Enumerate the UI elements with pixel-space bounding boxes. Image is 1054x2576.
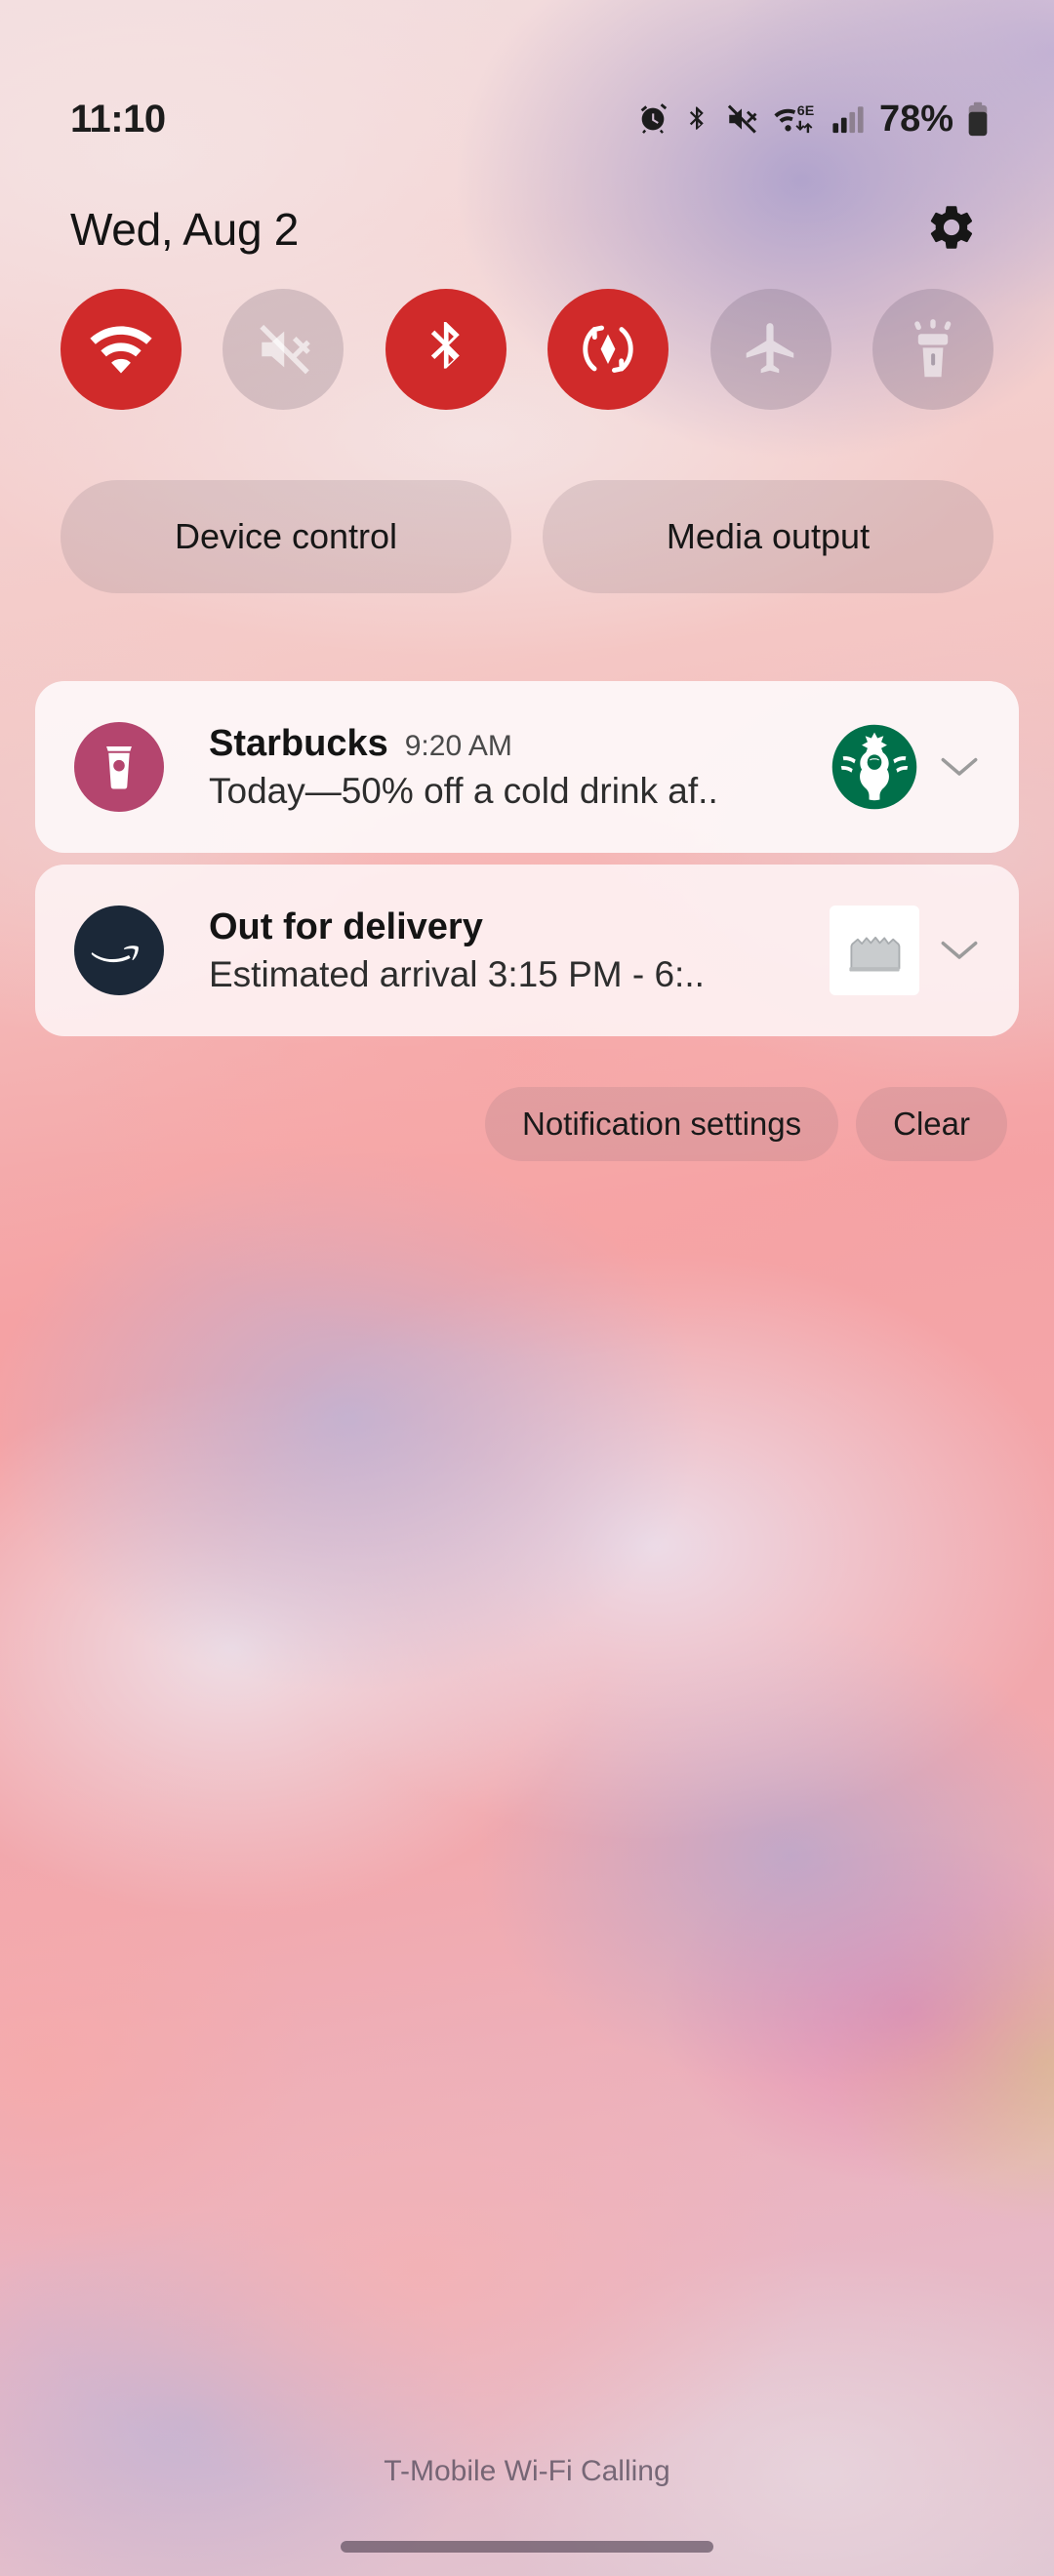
media-output-button[interactable]: Media output	[543, 480, 993, 593]
starbucks-cup-icon	[74, 722, 164, 812]
svg-text:6E: 6E	[797, 103, 814, 119]
flashlight-icon	[907, 318, 959, 381]
battery-percent-label: 78%	[878, 98, 953, 140]
date-label: Wed, Aug 2	[70, 204, 299, 255]
mute-icon	[252, 321, 314, 378]
alarm-icon	[636, 102, 669, 136]
package-product-image	[830, 906, 919, 995]
notification-starbucks[interactable]: Starbucks 9:20 AM Today—50% off a cold d…	[35, 681, 1019, 853]
notification-title: Out for delivery	[209, 906, 483, 947]
auto-rotate-icon	[578, 319, 638, 380]
notification-amazon-delivery[interactable]: Out for delivery Estimated arrival 3:15 …	[35, 865, 1019, 1036]
quick-settings-pills: Device control Media output	[61, 480, 993, 593]
bluetooth-icon	[682, 102, 711, 136]
starbucks-siren-logo	[830, 722, 919, 812]
notification-time: 9:20 AM	[404, 729, 512, 762]
notification-settings-button[interactable]: Notification settings	[485, 1087, 839, 1161]
battery-icon	[966, 101, 990, 137]
quick-toggle-bluetooth[interactable]	[385, 289, 507, 410]
status-bar: 11:10 6E 78%	[0, 92, 1054, 146]
notification-text: Estimated arrival 3:15 PM - 6:..	[209, 953, 705, 994]
quick-toggle-sound[interactable]	[223, 289, 345, 410]
clear-notifications-button[interactable]: Clear	[856, 1087, 1007, 1161]
status-bar-clock: 11:10	[70, 97, 166, 141]
wifi-6e-icon: 6E	[772, 101, 819, 137]
quick-toggle-airplane-mode[interactable]	[709, 289, 831, 410]
gear-icon[interactable]	[925, 201, 978, 259]
home-indicator[interactable]	[341, 2541, 713, 2553]
carrier-status-label: T-Mobile Wi-Fi Calling	[384, 2455, 670, 2487]
quick-toggle-flashlight[interactable]	[872, 289, 993, 410]
airplane-icon	[741, 319, 801, 380]
notification-title: Starbucks	[209, 722, 388, 764]
cellular-signal-icon	[831, 102, 865, 136]
quick-toggle-wifi[interactable]	[61, 289, 182, 410]
notification-actions: Notification settings Clear	[0, 1087, 1054, 1161]
notification-text: Today—50% off a cold drink af..	[209, 770, 718, 811]
quick-settings-toggles	[61, 289, 993, 410]
wifi-icon	[89, 322, 153, 377]
mute-icon	[724, 102, 759, 136]
shade-header: Wed, Aug 2	[0, 187, 1054, 271]
notification-content: Out for delivery Estimated arrival 3:15 …	[209, 906, 818, 995]
chevron-down-icon[interactable]	[929, 906, 990, 995]
device-control-button[interactable]: Device control	[61, 480, 511, 593]
chevron-down-icon[interactable]	[929, 722, 990, 812]
quick-toggle-auto-rotate[interactable]	[547, 289, 669, 410]
bluetooth-icon	[419, 316, 473, 382]
notification-list: Starbucks 9:20 AM Today—50% off a cold d…	[35, 681, 1019, 1036]
notification-content: Starbucks 9:20 AM Today—50% off a cold d…	[209, 723, 818, 812]
amazon-smile-icon	[74, 906, 164, 995]
status-bar-icons: 6E 78%	[636, 99, 990, 141]
